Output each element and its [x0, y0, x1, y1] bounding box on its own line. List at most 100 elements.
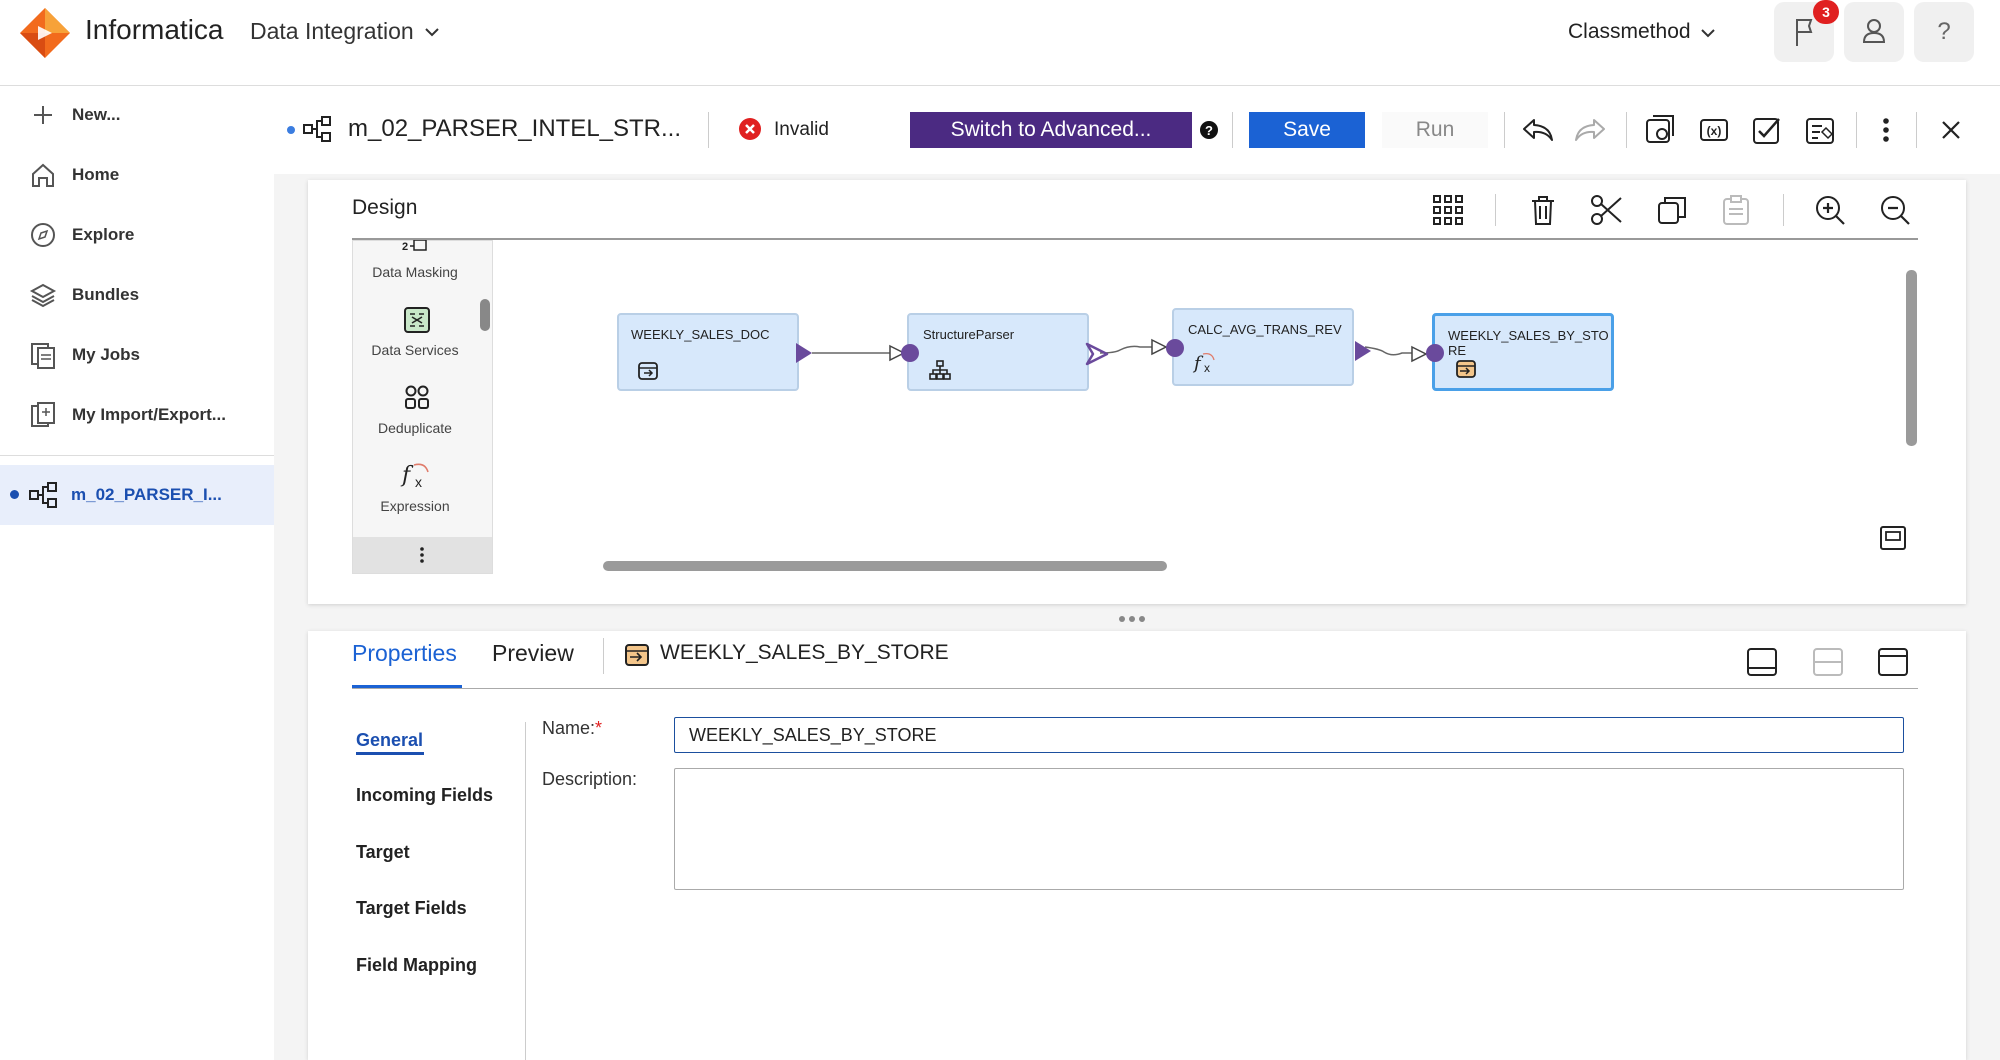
- target-icon: [1455, 359, 1477, 379]
- data-masking-icon[interactable]: 2: [400, 240, 430, 254]
- nav-field-mapping[interactable]: Field Mapping: [356, 955, 477, 976]
- switch-to-advanced-button[interactable]: Switch to Advanced...: [910, 112, 1192, 148]
- mapping-node[interactable]: StructureParser: [901, 313, 1109, 391]
- tab-properties[interactable]: Properties: [352, 640, 457, 667]
- palette-scrollbar[interactable]: [480, 299, 490, 331]
- description-field[interactable]: [674, 768, 1904, 890]
- variables-icon[interactable]: (x): [1694, 110, 1734, 150]
- copy-icon[interactable]: [1654, 192, 1690, 228]
- close-icon[interactable]: [1931, 110, 1971, 150]
- selected-object-name: WEEKLY_SALES_BY_STORE: [660, 641, 949, 664]
- validation-status[interactable]: Invalid: [774, 119, 829, 141]
- parameters-icon[interactable]: [1640, 110, 1680, 150]
- help-button[interactable]: ?: [1914, 2, 1974, 62]
- properties-header-divider: [352, 688, 1918, 689]
- palette-more-button[interactable]: [353, 537, 492, 573]
- unsaved-dot: [10, 490, 19, 499]
- org-selector[interactable]: Classmethod: [1568, 20, 1691, 44]
- tab-preview[interactable]: Preview: [492, 640, 574, 667]
- new-button[interactable]: New...: [28, 95, 121, 135]
- help-icon[interactable]: ?: [1200, 121, 1218, 139]
- sidebar-item-home[interactable]: Home: [28, 155, 119, 195]
- chevron-down-icon[interactable]: [424, 26, 440, 38]
- dock-bottom-icon[interactable]: [1745, 646, 1779, 678]
- mapping-node-selected[interactable]: WEEKLY_SALES_BY_STO RE: [1426, 313, 1614, 391]
- expression-icon: fx: [1192, 350, 1218, 376]
- panel-resize-handle[interactable]: [1112, 612, 1152, 626]
- redo-icon[interactable]: [1570, 110, 1610, 150]
- minimap-icon[interactable]: [1878, 524, 1908, 552]
- canvas-vertical-scrollbar[interactable]: [1906, 270, 1917, 446]
- svg-text:(x): (x): [1707, 124, 1722, 138]
- paste-icon[interactable]: [1718, 192, 1754, 228]
- open-asset-label[interactable]: m_02_PARSER_I...: [71, 485, 222, 505]
- output-port[interactable]: [1085, 342, 1109, 366]
- delete-icon[interactable]: [1525, 192, 1561, 228]
- palette-item-expression[interactable]: Expression: [355, 498, 475, 514]
- chevron-down-icon[interactable]: [1700, 27, 1716, 39]
- mapping-icon: [302, 114, 334, 144]
- sidebar-item-my-jobs[interactable]: My Jobs: [28, 335, 140, 375]
- name-field[interactable]: [674, 717, 1904, 753]
- sidebar-item-import-export[interactable]: My Import/Export...: [28, 395, 226, 435]
- sidebar-item-explore[interactable]: Explore: [28, 215, 134, 255]
- arrange-all-icon[interactable]: [1430, 192, 1466, 228]
- user-button[interactable]: [1844, 2, 1904, 62]
- save-button[interactable]: Save: [1249, 112, 1365, 148]
- name-label-text: Name:: [542, 718, 596, 738]
- input-port[interactable]: [901, 344, 919, 362]
- dock-middle-icon[interactable]: [1811, 646, 1845, 678]
- zoom-in-icon[interactable]: [1812, 192, 1848, 228]
- svg-text:x: x: [1204, 361, 1210, 375]
- mapping-properties-icon[interactable]: [1800, 110, 1840, 150]
- jobs-icon: [28, 340, 58, 370]
- mapping-node[interactable]: WEEKLY_SALES_DOC: [617, 313, 812, 391]
- dock-top-icon[interactable]: [1876, 646, 1910, 678]
- expression-icon[interactable]: fx: [400, 460, 434, 490]
- product-switcher[interactable]: Data Integration: [250, 18, 414, 45]
- palette-item-deduplicate[interactable]: Deduplicate: [355, 420, 475, 436]
- properties-nav-divider: [525, 722, 526, 1060]
- svg-text:x: x: [415, 474, 422, 490]
- nav-general[interactable]: General: [356, 730, 423, 751]
- palette-item-data-masking[interactable]: Data Masking: [355, 264, 475, 280]
- informatica-logo[interactable]: [18, 6, 72, 60]
- divider: [603, 638, 604, 674]
- nav-target[interactable]: Target: [356, 842, 410, 863]
- input-port[interactable]: [1166, 339, 1184, 357]
- active-nav-indicator: [356, 752, 424, 755]
- output-port[interactable]: [1354, 340, 1372, 362]
- error-icon: [738, 117, 762, 141]
- validate-icon[interactable]: [1746, 110, 1786, 150]
- source-icon: [637, 361, 659, 381]
- mapping-node[interactable]: CALC_AVG_TRANS_REV fx: [1166, 308, 1371, 386]
- node-label: WEEKLY_SALES_BY_STO RE: [1448, 328, 1609, 358]
- design-header-divider: [352, 238, 1918, 240]
- sidebar-item-label: My Import/Export...: [72, 405, 226, 424]
- zoom-out-icon[interactable]: [1877, 192, 1913, 228]
- divider: [1626, 112, 1627, 148]
- divider: [1504, 112, 1505, 148]
- svg-text:2: 2: [402, 241, 408, 253]
- deduplicate-icon[interactable]: [402, 382, 432, 412]
- output-port[interactable]: [795, 342, 813, 364]
- input-port[interactable]: [1426, 344, 1444, 362]
- sidebar-item-label: Explore: [72, 225, 135, 244]
- mapping-title[interactable]: m_02_PARSER_INTEL_STR...: [348, 115, 681, 143]
- sidebar-item-bundles[interactable]: Bundles: [28, 275, 139, 315]
- cut-icon[interactable]: [1589, 192, 1625, 228]
- node-label: WEEKLY_SALES_DOC: [631, 327, 770, 342]
- undo-icon[interactable]: [1518, 110, 1558, 150]
- nav-incoming-fields[interactable]: Incoming Fields: [356, 785, 493, 806]
- nav-target-fields[interactable]: Target Fields: [356, 898, 467, 919]
- palette-item-data-services[interactable]: Data Services: [355, 342, 475, 358]
- data-services-icon[interactable]: [402, 305, 432, 335]
- mapping-icon: [28, 480, 60, 510]
- divider: [1783, 194, 1784, 226]
- design-title: Design: [352, 196, 418, 219]
- run-button[interactable]: Run: [1382, 112, 1488, 148]
- more-options-icon[interactable]: [1866, 110, 1906, 150]
- divider: [1916, 112, 1917, 148]
- home-icon: [28, 160, 58, 190]
- canvas-horizontal-scrollbar[interactable]: [603, 561, 1167, 571]
